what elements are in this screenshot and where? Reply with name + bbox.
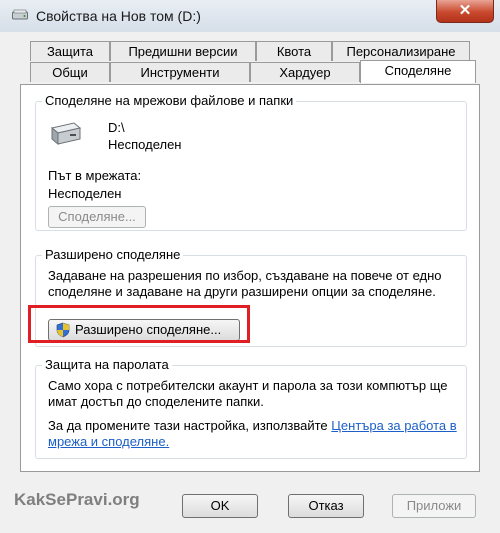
drive-path: D:\ (108, 120, 125, 135)
cancel-button[interactable]: Отказ (288, 494, 364, 518)
highlight-frame (28, 305, 250, 343)
password-protection-legend: Защита на паролата (42, 357, 172, 372)
ok-button[interactable]: OK (182, 494, 258, 518)
drive-icon (50, 122, 82, 146)
change-setting-text: За да промените тази настройка, използва… (48, 418, 328, 433)
tab-quota[interactable]: Квота (256, 41, 332, 61)
drive-share-status: Несподелен (108, 137, 182, 152)
apply-button[interactable]: Приложи (392, 494, 476, 518)
password-protection-description: Само хора с потребителски акаунт и парол… (48, 378, 448, 409)
tab-customize[interactable]: Персонализиране (332, 41, 470, 61)
tab-general[interactable]: Общи (30, 62, 110, 82)
network-path-value: Несподелен (48, 186, 122, 201)
password-protection-change-text: За да промените тази настройка, използва… (48, 418, 460, 450)
network-path-label: Път в мрежата: (48, 168, 142, 183)
share-button[interactable]: Споделяне... (48, 206, 146, 228)
close-button[interactable]: ✕ (436, 0, 494, 23)
sharing-tab-panel: Споделяне на мрежови файлове и папки D:\… (20, 84, 480, 472)
window-title: Свойства на Нов том (D:) (36, 8, 201, 24)
title-bar: Свойства на Нов том (D:) ✕ (0, 0, 500, 33)
tab-security[interactable]: Защита (30, 41, 110, 61)
password-protection-group: Защита на паролата Само хора с потребите… (35, 357, 467, 459)
watermark: KakSePravi.org (14, 490, 140, 509)
advanced-sharing-description: Задаване на разрешения по избор, създава… (48, 268, 442, 299)
drive-icon (12, 9, 28, 20)
network-sharing-group: Споделяне на мрежови файлове и папки D:\… (35, 93, 467, 231)
tab-previous-versions[interactable]: Предишни версии (110, 41, 256, 61)
tab-sharing[interactable]: Споделяне (360, 60, 476, 83)
advanced-sharing-legend: Разширено споделяне (42, 247, 184, 262)
network-sharing-legend: Споделяне на мрежови файлове и папки (42, 93, 297, 108)
tab-tools[interactable]: Инструменти (110, 62, 250, 82)
tab-hardware[interactable]: Хардуер (250, 62, 360, 82)
